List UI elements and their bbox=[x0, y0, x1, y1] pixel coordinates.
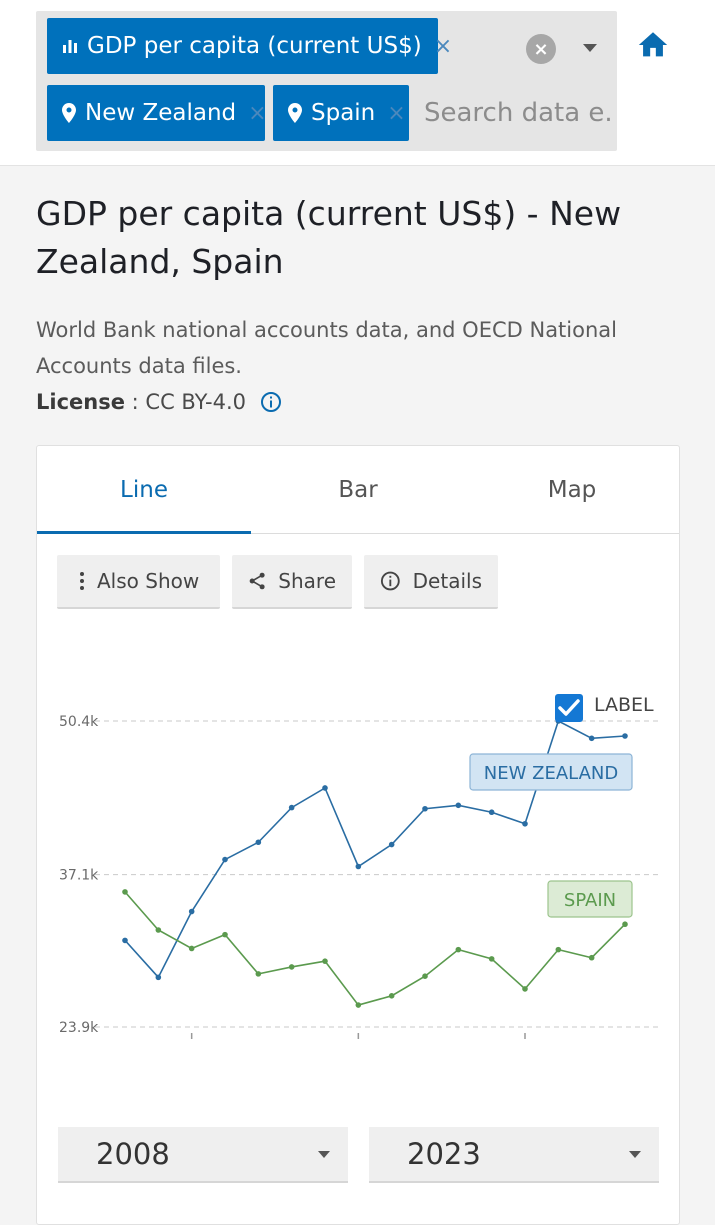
data-point[interactable] bbox=[188, 945, 195, 952]
indicator-chip-label: GDP per capita (current US$) bbox=[87, 33, 422, 59]
data-point[interactable] bbox=[288, 964, 295, 970]
location-pin-icon bbox=[62, 103, 76, 123]
country-chip-new-zealand[interactable]: New Zealand × bbox=[47, 85, 267, 141]
chevron-down-icon[interactable] bbox=[578, 38, 602, 58]
data-point[interactable] bbox=[188, 908, 195, 915]
data-point[interactable] bbox=[255, 971, 262, 977]
series-label: NEW ZEALAND bbox=[469, 753, 633, 791]
data-point[interactable] bbox=[222, 856, 228, 863]
info-icon[interactable] bbox=[260, 391, 282, 413]
data-point[interactable] bbox=[622, 733, 628, 739]
data-point[interactable] bbox=[588, 954, 595, 961]
data-point[interactable] bbox=[388, 993, 395, 999]
data-point[interactable] bbox=[622, 921, 628, 928]
data-point[interactable] bbox=[122, 937, 128, 944]
y-tick-label: 50.4k bbox=[59, 714, 99, 730]
end-year-select[interactable]: 2023 bbox=[369, 1127, 659, 1183]
country-chip-label: New Zealand bbox=[85, 100, 237, 126]
data-point[interactable] bbox=[422, 973, 428, 979]
search-box[interactable]: GDP per capita (current US$) × New Zeala… bbox=[36, 11, 617, 151]
series-label-text: NEW ZEALAND bbox=[484, 763, 618, 784]
data-point[interactable] bbox=[522, 820, 528, 827]
start-year-select[interactable]: 2008 bbox=[58, 1127, 348, 1183]
page-title: GDP per capita (current US$) - New Zeala… bbox=[36, 194, 622, 281]
data-source-note: World Bank national accounts data, and O… bbox=[36, 318, 617, 378]
data-point[interactable] bbox=[555, 946, 562, 953]
home-icon[interactable] bbox=[636, 28, 670, 62]
chip-remove-icon[interactable]: × bbox=[248, 101, 266, 126]
series-label-text: SPAIN bbox=[564, 890, 616, 911]
chip-remove-icon[interactable]: × bbox=[387, 101, 405, 126]
license-line: License : CC BY-4.0 bbox=[36, 390, 282, 414]
search-header: GDP per capita (current US$) × New Zeala… bbox=[0, 0, 715, 166]
data-point[interactable] bbox=[355, 863, 362, 870]
chart-card: Line Bar Map Also Show Share Details 50.… bbox=[36, 445, 680, 1225]
search-input[interactable] bbox=[414, 88, 614, 138]
y-tick-label: 37.1k bbox=[59, 868, 99, 884]
country-chip-label: Spain bbox=[311, 100, 376, 126]
data-point[interactable] bbox=[455, 946, 462, 953]
data-point[interactable] bbox=[288, 804, 295, 811]
license-value: CC BY-4.0 bbox=[145, 390, 246, 414]
country-chip-spain[interactable]: Spain × bbox=[273, 85, 409, 141]
data-point[interactable] bbox=[122, 889, 128, 895]
data-point[interactable] bbox=[588, 735, 595, 742]
chevron-down-icon bbox=[318, 1151, 330, 1158]
bar-chart-icon bbox=[63, 40, 77, 53]
data-point[interactable] bbox=[422, 805, 428, 812]
data-point[interactable] bbox=[155, 974, 162, 981]
indicator-chip[interactable]: GDP per capita (current US$) × bbox=[47, 18, 452, 74]
data-point[interactable] bbox=[322, 958, 328, 964]
data-point[interactable] bbox=[222, 931, 228, 938]
location-pin-icon bbox=[288, 103, 302, 123]
data-point[interactable] bbox=[488, 956, 495, 962]
data-point[interactable] bbox=[455, 802, 462, 809]
data-point[interactable] bbox=[388, 841, 395, 848]
line-chart: 50.4k 37.1k 23.9k NEW ZEALAND SPAIN LABEL bbox=[59, 694, 661, 1039]
license-separator: : bbox=[124, 390, 146, 414]
label-toggle-text: LABEL bbox=[594, 694, 654, 716]
y-tick-label: 23.9k bbox=[59, 1020, 99, 1036]
start-year-value: 2008 bbox=[96, 1137, 170, 1171]
series-label: SPAIN bbox=[547, 880, 633, 918]
license-label: License bbox=[36, 390, 125, 414]
data-point[interactable] bbox=[355, 1002, 362, 1008]
data-point[interactable] bbox=[488, 809, 495, 816]
label-toggle[interactable]: LABEL bbox=[555, 694, 654, 722]
data-point[interactable] bbox=[255, 839, 262, 846]
data-point[interactable] bbox=[522, 986, 528, 992]
data-point[interactable] bbox=[155, 927, 162, 933]
chip-remove-icon[interactable]: × bbox=[434, 34, 452, 59]
chevron-down-icon bbox=[629, 1151, 641, 1158]
clear-icon[interactable]: × bbox=[526, 34, 556, 64]
end-year-value: 2023 bbox=[407, 1137, 481, 1171]
data-point[interactable] bbox=[322, 785, 328, 791]
